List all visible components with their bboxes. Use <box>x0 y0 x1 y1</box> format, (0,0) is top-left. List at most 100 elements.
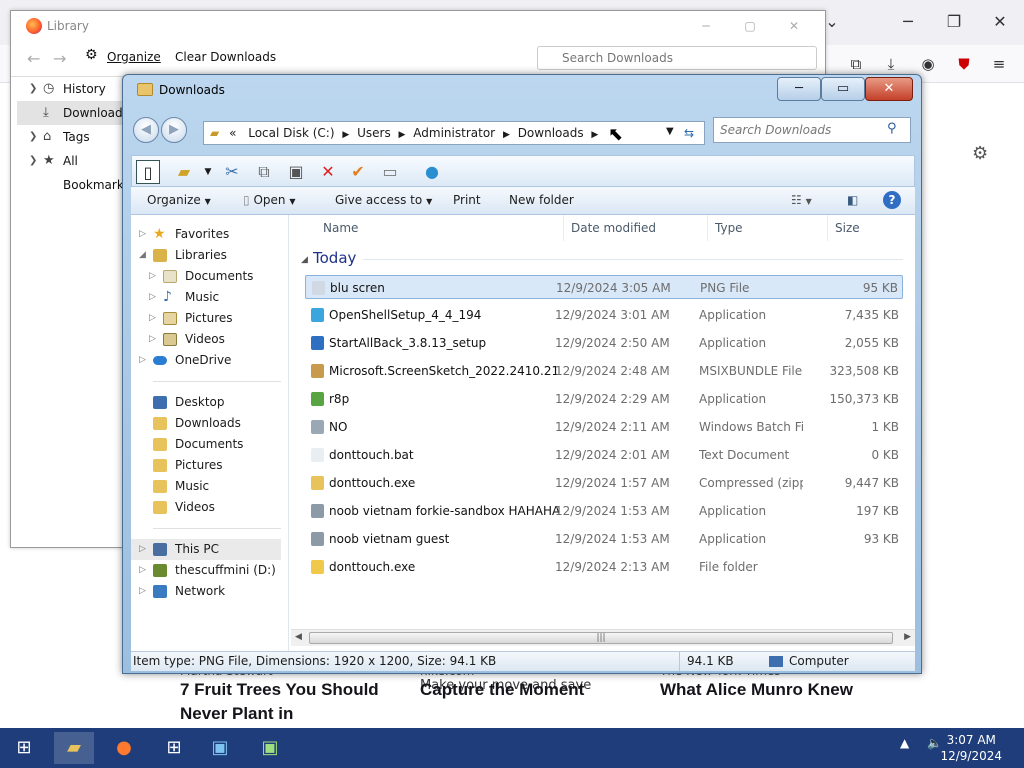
folder-options-icon[interactable]: ▰ <box>172 160 196 184</box>
breadcrumb-overflow[interactable]: « <box>229 126 236 140</box>
file-row[interactable]: r8p 12/9/2024 2:29 AM Application 150,373 K… <box>305 387 903 411</box>
file-explorer-taskbar-icon[interactable]: ▰ <box>54 732 94 764</box>
search-input[interactable]: Search Downloads <box>713 117 911 143</box>
breadcrumb-item[interactable]: Users <box>357 126 391 140</box>
maximize-button[interactable]: ▭ <box>821 77 865 101</box>
close-button[interactable]: ✕ <box>865 77 913 101</box>
file-row[interactable]: donttouch.bat 12/9/2024 2:01 AM Text Docum… <box>305 443 903 467</box>
ublock-icon[interactable]: ⛊ <box>953 53 975 75</box>
help-icon[interactable]: ? <box>883 191 901 209</box>
store-taskbar-icon[interactable]: ⊞ <box>154 732 194 764</box>
openshell-icon[interactable]: ● <box>420 160 444 184</box>
breadcrumb-item[interactable]: Administrator <box>413 126 495 140</box>
paste-icon[interactable]: ▣ <box>284 160 308 184</box>
nav-item-drive-d[interactable]: ▷ thescuffmini (D:) <box>131 560 281 581</box>
file-row[interactable]: noob vietnam forkie-sandbox HAHAHA 12/9/2… <box>305 499 903 523</box>
scroll-right-icon[interactable]: ▶ <box>904 632 911 642</box>
clock[interactable]: 3:07 AM 12/9/2024 <box>940 732 1002 764</box>
tree-item-tags[interactable]: ❯ ⌂ Tags <box>17 125 127 149</box>
file-row[interactable]: StartAllBack_3.8.13_setup 12/9/2024 2:50 … <box>305 331 903 355</box>
nav-item-libraries[interactable]: ◢ Libraries <box>131 245 281 266</box>
collapse-icon[interactable]: ◢ <box>301 255 308 265</box>
close-icon[interactable]: ✕ <box>978 8 1022 36</box>
column-divider[interactable] <box>563 215 564 241</box>
file-row[interactable]: donttouch.exe 12/9/2024 1:57 AM Compressed… <box>305 471 903 495</box>
chevron-down-icon[interactable]: ▼ <box>196 160 220 184</box>
close-icon[interactable]: ✕ <box>779 17 809 35</box>
restore-icon[interactable]: ❐ <box>932 8 976 36</box>
nav-item-music[interactable]: ▷ ♪ Music <box>131 287 281 308</box>
nav-item-network[interactable]: ▷ Network <box>131 581 281 602</box>
chevron-up-icon[interactable]: ▲ <box>900 736 909 750</box>
file-row[interactable]: OpenShellSetup_4_4_194 12/9/2024 3:01 AM A… <box>305 303 903 327</box>
back-button[interactable]: ◀ <box>133 117 159 143</box>
breadcrumb-item[interactable]: Local Disk (C:) <box>248 126 334 140</box>
print-button[interactable]: Print <box>453 193 481 207</box>
nav-item-videos[interactable]: ▷ Videos <box>131 329 281 350</box>
nav-item-desktop[interactable]: Desktop <box>131 392 281 413</box>
nav-item-documents[interactable]: ▷ Documents <box>131 266 281 287</box>
minimize-icon[interactable]: ─ <box>691 17 721 35</box>
search-icon[interactable]: ⚲ <box>887 121 897 136</box>
extensions-icon[interactable]: ⧉ <box>845 53 867 75</box>
scroll-left-icon[interactable]: ◀ <box>295 632 302 642</box>
start-button[interactable]: ⊞ <box>4 732 44 764</box>
forward-arrow-icon[interactable]: → <box>53 49 66 68</box>
nav-item-downloads[interactable]: Downloads <box>131 413 281 434</box>
nav-item-favorites[interactable]: ▷ ★ Favorites <box>131 224 281 245</box>
back-arrow-icon[interactable]: ← <box>27 49 40 68</box>
horizontal-scrollbar[interactable]: ◀ ||| ▶ <box>291 629 915 646</box>
tree-item-history[interactable]: ❯ ◷ History <box>17 77 127 101</box>
account-icon[interactable]: ◉ <box>917 53 939 75</box>
nav-item-pictures-folder[interactable]: Pictures <box>131 455 281 476</box>
column-header-type[interactable]: Type <box>715 221 743 235</box>
menu-icon[interactable]: ≡ <box>988 53 1010 75</box>
file-row[interactable]: donttouch.exe 12/9/2024 2:13 AM File folde… <box>305 555 903 579</box>
new-folder-button[interactable]: New folder <box>509 193 574 207</box>
column-header-size[interactable]: Size <box>835 221 860 235</box>
column-header-date[interactable]: Date modified <box>571 221 656 235</box>
firefox-taskbar-icon[interactable]: ● <box>104 732 144 764</box>
download-icon[interactable]: ⤓ <box>880 53 902 75</box>
tree-item-all-bookmarks[interactable]: ❯ ★ All Bookmarks <box>17 149 130 192</box>
column-header-name[interactable]: Name <box>323 221 358 235</box>
delete-icon[interactable]: ✕ <box>316 160 340 184</box>
cut-icon[interactable]: ✂ <box>220 160 244 184</box>
group-header[interactable]: Today <box>313 249 356 267</box>
file-row[interactable]: Microsoft.ScreenSketch_2022.2410.21.0_n.… <box>305 359 903 383</box>
view-pane-icon[interactable]: ▯ <box>136 160 160 184</box>
column-divider[interactable] <box>707 215 708 241</box>
copy-icon[interactable]: ⧉ <box>252 160 276 184</box>
chevron-down-icon[interactable]: ▼ <box>666 126 674 137</box>
column-divider[interactable] <box>827 215 828 241</box>
minimize-button[interactable]: ─ <box>777 77 821 101</box>
control-panel-taskbar-icon[interactable]: ▣ <box>200 732 240 764</box>
view-options-icon[interactable]: ☷ ▼ <box>791 193 812 207</box>
preview-pane-icon[interactable]: ◧ <box>847 193 858 207</box>
organize-button[interactable]: Organize ▼ <box>147 193 211 207</box>
nav-item-pictures[interactable]: ▷ Pictures <box>131 308 281 329</box>
breadcrumb-item[interactable]: Downloads <box>518 126 584 140</box>
gear-icon[interactable]: ⚙ <box>972 143 988 164</box>
scrollbar-thumb[interactable]: ||| <box>309 632 893 644</box>
library-search-input[interactable]: Search Downloads <box>537 46 817 70</box>
minimize-icon[interactable]: ─ <box>886 8 930 36</box>
refresh-icon[interactable]: ⇆ <box>684 126 694 140</box>
file-row[interactable]: NO 12/9/2024 2:11 AM Windows Batch File 1 K… <box>305 415 903 439</box>
open-button[interactable]: ▯ Open ▼ <box>243 193 295 207</box>
forward-button[interactable]: ▶ <box>161 117 187 143</box>
tree-item-downloads[interactable]: ⤓ Downloads <box>17 101 129 125</box>
properties-icon[interactable]: ▭ <box>378 160 402 184</box>
nav-item-onedrive[interactable]: ▷ OneDrive <box>131 350 281 371</box>
nav-item-documents-folder[interactable]: Documents <box>131 434 281 455</box>
nav-item-videos-folder[interactable]: Videos <box>131 497 281 518</box>
clear-downloads-button[interactable]: Clear Downloads <box>175 50 276 64</box>
address-bar[interactable]: ▰ « Local Disk (C:) ▶ Users ▶ Administra… <box>203 121 705 145</box>
app-taskbar-icon[interactable]: ▣ <box>250 732 290 764</box>
restore-icon[interactable]: ▢ <box>735 17 765 35</box>
file-row[interactable]: noob vietnam guest 12/9/2024 1:53 AM Appli… <box>305 527 903 551</box>
nav-item-music-folder[interactable]: Music <box>131 476 281 497</box>
file-row[interactable]: blu scren 12/9/2024 3:05 AM PNG File 95 KB <box>305 275 903 299</box>
give-access-button[interactable]: Give access to ▼ <box>335 193 432 207</box>
organize-button[interactable]: Organize <box>107 50 161 64</box>
